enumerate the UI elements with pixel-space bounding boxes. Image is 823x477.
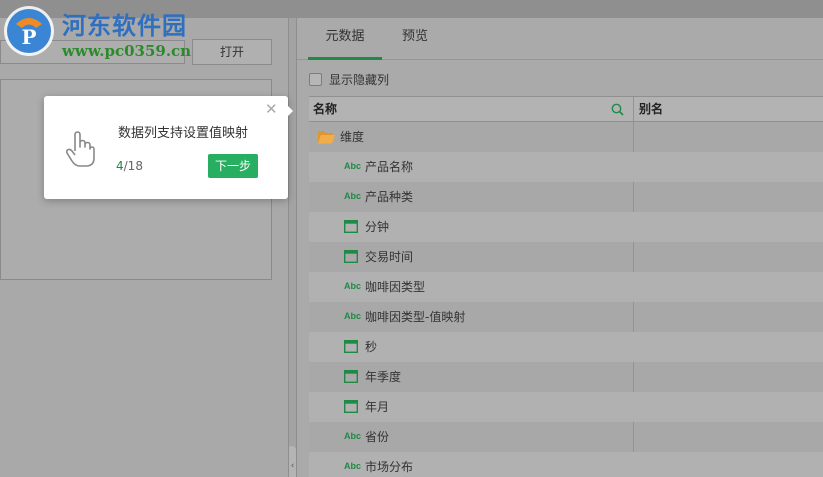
- table-row[interactable]: Abc 产品种类: [309, 182, 823, 212]
- field-label: 市场分布: [365, 460, 414, 474]
- guide-popup: ✕ 数据列支持设置值映射 4/18 下一步: [44, 96, 293, 199]
- close-icon[interactable]: ✕: [265, 102, 278, 117]
- table-row[interactable]: 秒: [309, 332, 823, 362]
- step-total: /18: [123, 159, 143, 173]
- field-label: 咖啡因类型-值映射: [365, 310, 466, 324]
- field-label: 省份: [365, 430, 390, 444]
- tab-metadata[interactable]: 元数据: [308, 18, 382, 60]
- show-hidden-label: 显示隐藏列: [329, 72, 390, 87]
- table-header: 名称 别名: [309, 97, 823, 122]
- watermark-title: 河东软件园: [62, 11, 187, 40]
- calendar-icon: [344, 400, 358, 413]
- abc-icon: Abc: [344, 431, 362, 441]
- field-label: 分钟: [365, 220, 390, 234]
- field-label: 年季度: [365, 370, 402, 384]
- field-label: 交易时间: [365, 250, 414, 264]
- popup-arrow: [284, 102, 293, 120]
- field-label: 产品名称: [365, 160, 414, 174]
- abc-icon: Abc: [344, 281, 362, 291]
- field-label: 秒: [365, 340, 378, 354]
- table-row[interactable]: Abc 咖啡因类型: [309, 272, 823, 302]
- right-pane: 元数据 预览 显示隐藏列 名称 别名 维度 Abc 产品名称 Abc 产品种类 …: [297, 18, 823, 477]
- folder-open-icon: [318, 131, 335, 144]
- popup-message: 数据列支持设置值映射: [118, 126, 249, 141]
- abc-icon: Abc: [344, 191, 362, 201]
- abc-icon: Abc: [344, 311, 362, 321]
- watermark-logo: P: [4, 6, 54, 56]
- table-row[interactable]: 维度: [309, 122, 823, 152]
- table-row[interactable]: Abc 产品名称: [309, 152, 823, 182]
- table-row[interactable]: 年月: [309, 392, 823, 422]
- svg-text:P: P: [21, 25, 36, 49]
- abc-icon: Abc: [344, 161, 362, 171]
- calendar-icon: [344, 340, 358, 353]
- pane-splitter[interactable]: ‹: [288, 18, 297, 477]
- field-label: 咖啡因类型: [365, 280, 426, 294]
- show-hidden-columns[interactable]: 显示隐藏列: [309, 69, 389, 89]
- step-indicator: 4/18: [116, 159, 143, 173]
- step-current: 4: [116, 159, 124, 173]
- table-row[interactable]: Abc 咖啡因类型-值映射: [309, 302, 823, 332]
- table-row[interactable]: Abc 省份: [309, 422, 823, 452]
- pointing-hand-icon: [65, 131, 95, 167]
- next-step-button[interactable]: 下一步: [208, 154, 258, 178]
- metadata-table: 名称 别名 维度 Abc 产品名称 Abc 产品种类 分钟 交易时间 Abc 咖…: [309, 96, 823, 477]
- table-row[interactable]: 交易时间: [309, 242, 823, 272]
- search-icon[interactable]: [611, 103, 624, 116]
- folder-label: 维度: [340, 130, 365, 144]
- table-row[interactable]: 年季度: [309, 362, 823, 392]
- open-button[interactable]: 打开: [192, 39, 272, 65]
- show-hidden-checkbox[interactable]: [309, 72, 322, 86]
- column-header-alias: 别名: [639, 102, 664, 116]
- calendar-icon: [344, 250, 358, 263]
- tab-preview[interactable]: 预览: [389, 18, 441, 60]
- calendar-icon: [344, 220, 358, 233]
- field-label: 年月: [365, 400, 390, 414]
- watermark-url: www.pc0359.cn: [62, 42, 192, 60]
- abc-icon: Abc: [344, 461, 362, 471]
- calendar-icon: [344, 370, 358, 383]
- column-header-name: 名称: [313, 102, 338, 116]
- table-rows: 维度 Abc 产品名称 Abc 产品种类 分钟 交易时间 Abc 咖啡因类型 A…: [309, 122, 823, 477]
- field-label: 产品种类: [365, 190, 414, 204]
- table-row[interactable]: Abc 市场分布: [309, 452, 823, 477]
- left-pane: 打开: [0, 18, 288, 477]
- tab-bar: 元数据 预览: [297, 18, 823, 60]
- collapse-left-icon[interactable]: ‹: [289, 446, 296, 477]
- table-row[interactable]: 分钟: [309, 212, 823, 242]
